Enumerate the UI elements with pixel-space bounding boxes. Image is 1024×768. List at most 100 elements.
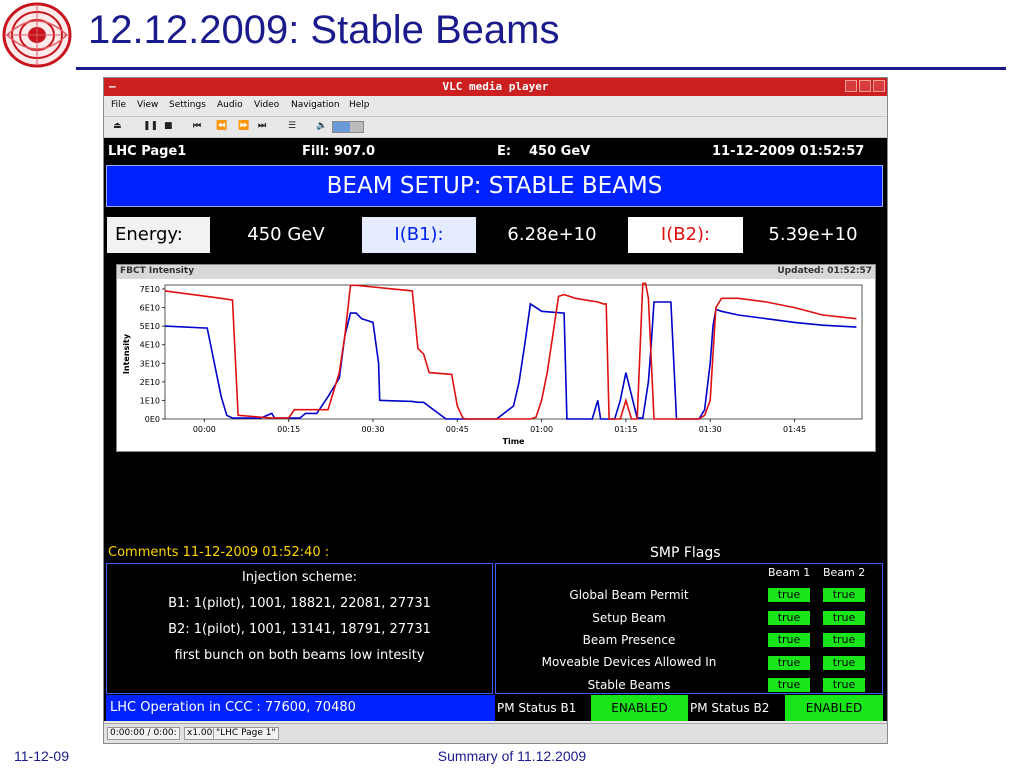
x-tick-label: 00:45 <box>446 425 469 434</box>
energy-value: 450 GeV <box>247 224 325 245</box>
fill-number: Fill: 907.0 <box>302 144 376 159</box>
energy-header-value: 450 GeV <box>529 144 591 159</box>
close-icon[interactable] <box>873 80 885 92</box>
comment-line: Injection scheme: <box>241 570 358 585</box>
pm-status-b2-value: ENABLED <box>785 695 883 721</box>
volume-icon[interactable]: 🔈 <box>316 121 327 131</box>
x-tick-label: 01:45 <box>783 425 806 434</box>
lhc-status-bar: LHC Operation in CCC : 77600, 70480 PM S… <box>106 695 883 721</box>
media-name: "LHC Page 1" <box>213 727 279 740</box>
flag-name: Moveable Devices Allowed In <box>541 655 717 669</box>
vlc-statusbar: 0:00:00 / 0:00: x1.00 "LHC Page 1" <box>104 723 887 743</box>
y-tick-label: 1E10 <box>140 396 160 405</box>
flag-name: Stable Beams <box>587 678 671 692</box>
energy-label: Energy: <box>107 217 210 253</box>
plot-title: FBCT Intensity <box>120 266 195 276</box>
energy-header-label: E: <box>497 144 512 159</box>
ib2-value: 5.39e+10 <box>768 224 858 245</box>
comment-line: B2: 1(pilot), 1001, 13141, 18791, 27731 <box>168 622 431 637</box>
lhc-page-name: LHC Page1 <box>108 144 187 159</box>
x-tick-label: 00:30 <box>361 425 384 434</box>
menu-navigation[interactable]: Navigation <box>291 100 340 110</box>
menu-settings[interactable]: Settings <box>169 100 206 110</box>
pm-status-b1-label: PM Status B1 <box>495 695 591 721</box>
vlc-window-title: VLC media player <box>442 80 549 93</box>
volume-level <box>333 122 350 132</box>
comment-line: first bunch on both beams low intesity <box>174 648 425 663</box>
plot-header: FBCT Intensity Updated: 01:52:57 <box>117 265 875 279</box>
flag-b2-value: true <box>823 588 865 602</box>
flag-b1-value: true <box>768 611 810 625</box>
column-beam2: Beam 2 <box>823 566 866 579</box>
flag-b2-value: true <box>823 678 865 692</box>
x-tick-label: 01:30 <box>699 425 722 434</box>
y-tick-label: 7E10 <box>140 285 160 294</box>
flag-name: Beam Presence <box>582 633 676 647</box>
plot-canvas: 0E0 1E10 2E10 3E10 4E10 5E10 6E10 7E10 00:00 00:1… <box>122 282 863 446</box>
flag-name: Setup Beam <box>592 611 666 625</box>
plot-area <box>164 284 863 420</box>
stop-icon[interactable]: ■ <box>164 121 173 131</box>
x-axis-label: Time <box>503 437 526 446</box>
plot-updated: Updated: 01:52:57 <box>777 266 872 276</box>
footer-title: Summary of 11.12.2009 <box>437 748 587 764</box>
minimize-icon[interactable] <box>845 80 857 92</box>
vlc-toolbar: ⏏ ❚❚ ■ ⏮ ⏪ ⏩ ⏭ ☰ 🔈 <box>104 116 887 138</box>
pm-status-b1-value: ENABLED <box>591 695 688 721</box>
flag-b2-value: true <box>823 633 865 647</box>
vlc-window: – VLC media player File View Settings Au… <box>103 77 888 744</box>
y-axis-label: Intensity <box>122 333 131 374</box>
flag-b1-value: true <box>768 588 810 602</box>
pause-icon[interactable]: ❚❚ <box>143 121 158 131</box>
vlc-menubar: File View Settings Audio Video Navigatio… <box>104 96 887 116</box>
menu-help[interactable]: Help <box>349 100 370 110</box>
volume-slider[interactable] <box>332 121 364 133</box>
fast-forward-icon[interactable]: ⏩ <box>238 121 249 131</box>
y-tick-label: 3E10 <box>140 359 160 368</box>
menu-video[interactable]: Video <box>254 100 279 110</box>
rewind-icon[interactable]: ⏪ <box>216 121 227 131</box>
flag-name: Global Beam Permit <box>569 588 689 602</box>
operations-contacts: LHC Operation in CCC : 77600, 70480 <box>106 695 495 721</box>
menu-file[interactable]: File <box>111 100 126 110</box>
beam-mode-banner: BEAM SETUP: STABLE BEAMS <box>106 165 883 207</box>
flag-b1-value: true <box>768 678 810 692</box>
flag-b2-value: true <box>823 611 865 625</box>
playback-speed[interactable]: x1.00 <box>184 727 216 740</box>
skip-back-icon[interactable]: ⏮ <box>193 121 201 131</box>
playback-time: 0:00:00 / 0:00: <box>107 727 180 740</box>
y-tick-label: 0E0 <box>145 415 160 424</box>
pm-status-b2-label: PM Status B2 <box>688 695 785 721</box>
x-tick-label: 01:15 <box>614 425 637 434</box>
x-tick-label: 00:15 <box>277 425 300 434</box>
flag-b2-value: true <box>823 656 865 670</box>
playlist-icon[interactable]: ☰ <box>288 121 296 131</box>
smp-flags-label: SMP Flags <box>650 545 721 561</box>
title-divider <box>76 67 1006 70</box>
comment-line: B1: 1(pilot), 1001, 18821, 22081, 27731 <box>168 596 431 611</box>
maximize-icon[interactable] <box>859 80 871 92</box>
skip-forward-icon[interactable]: ⏭ <box>258 121 266 131</box>
smp-flags-table: Beam 1 Beam 2 Global Beam Permit true tr… <box>495 563 883 694</box>
ib2-label: I(B2): <box>628 217 743 253</box>
timestamp: 11-12-2009 01:52:57 <box>712 144 865 159</box>
vlc-titlebar[interactable]: – VLC media player <box>104 78 887 96</box>
comments-label: Comments 11-12-2009 01:52:40 : <box>108 545 330 560</box>
y-tick-label: 2E10 <box>140 378 160 387</box>
y-tick-label: 5E10 <box>140 322 160 331</box>
eject-icon[interactable]: ⏏ <box>113 121 122 131</box>
column-beam1: Beam 1 <box>768 566 811 579</box>
y-tick-label: 6E10 <box>140 304 160 313</box>
y-tick-label: 4E10 <box>140 341 160 350</box>
flag-b1-value: true <box>768 633 810 647</box>
menu-audio[interactable]: Audio <box>217 100 243 110</box>
flag-b1-value: true <box>768 656 810 670</box>
lhc-page: LHC Page1 Fill: 907.0 E: 450 GeV 11-12-2… <box>104 138 887 721</box>
comments-box: Injection scheme: B1: 1(pilot), 1001, 18… <box>106 563 493 694</box>
x-tick-label: 01:00 <box>530 425 553 434</box>
slide-title: 12.12.2009: Stable Beams <box>88 8 560 52</box>
menu-view[interactable]: View <box>137 100 158 110</box>
ib1-value: 6.28e+10 <box>507 224 597 245</box>
x-tick-label: 00:00 <box>193 425 216 434</box>
ib1-label: I(B1): <box>362 217 476 253</box>
